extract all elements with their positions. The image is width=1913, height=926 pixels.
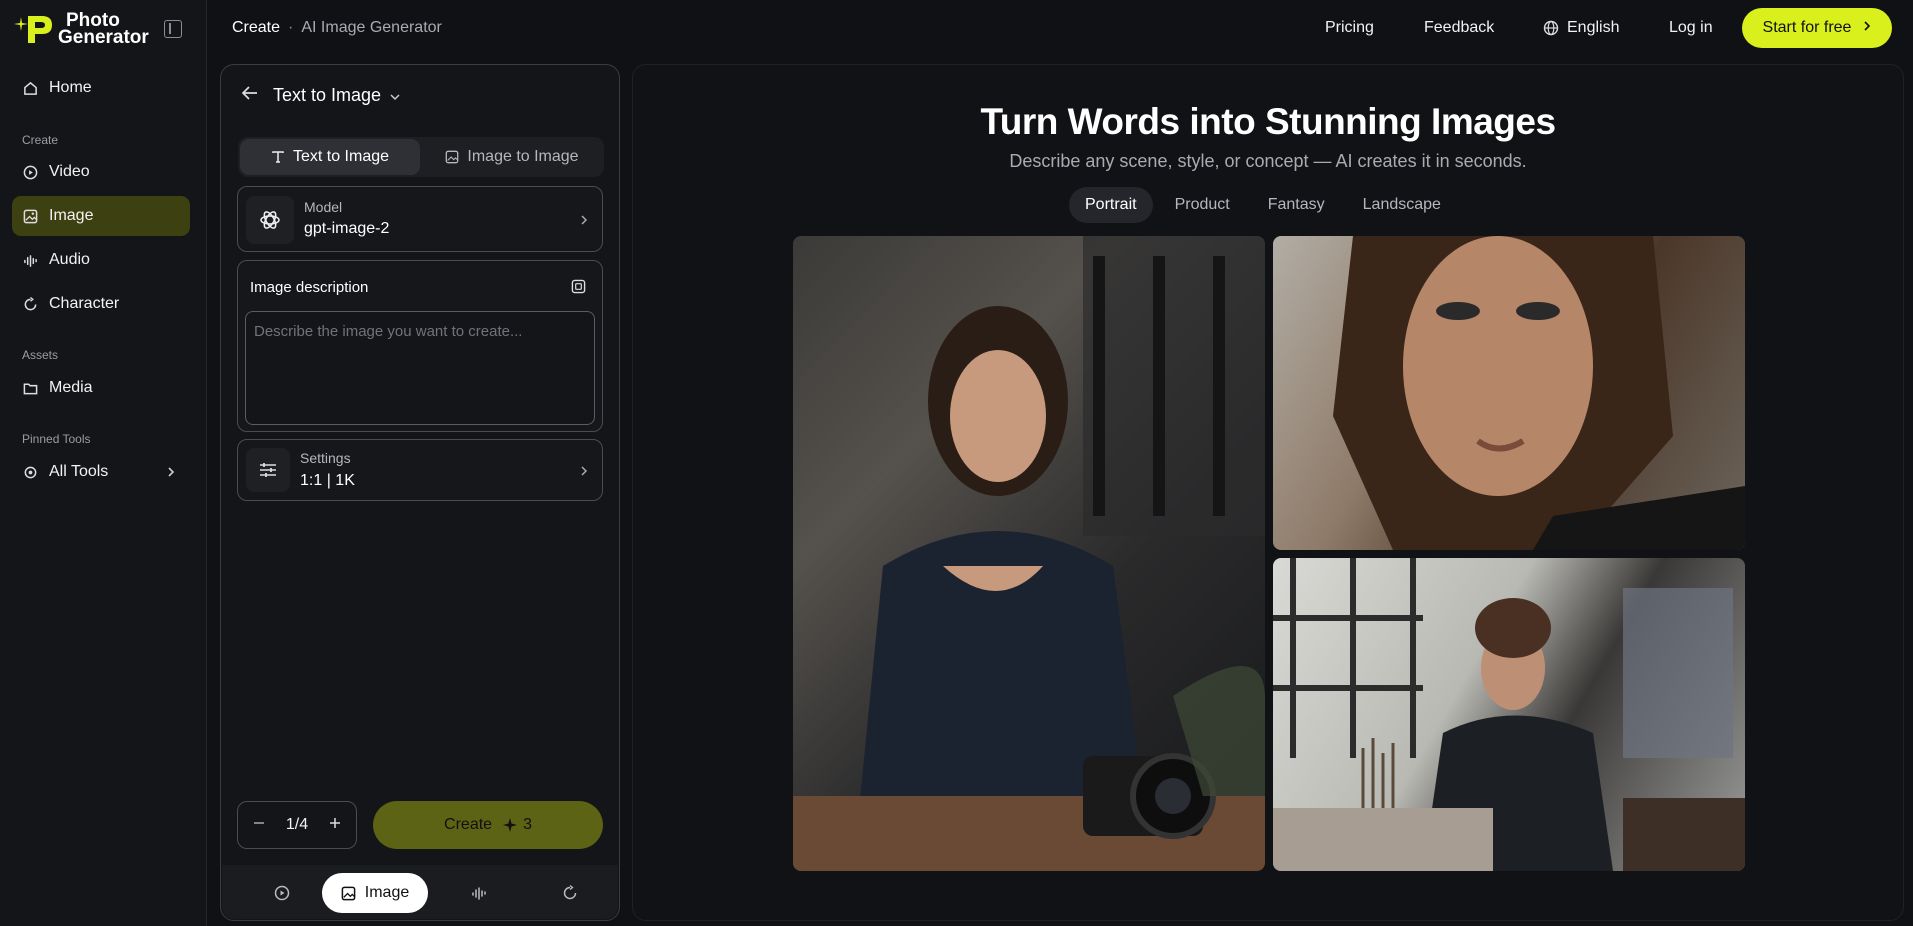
chevron-down-icon[interactable]	[389, 85, 401, 106]
chevron-right-icon	[580, 464, 588, 482]
sidebar-item-label: Home	[49, 79, 92, 96]
sidebar-section-pinned: Pinned Tools	[22, 432, 91, 446]
collapse-sidebar-icon[interactable]	[164, 20, 182, 38]
sidebar-section-assets: Assets	[22, 348, 59, 362]
login-link[interactable]: Log in	[1669, 19, 1713, 37]
sample-image-artist-studio	[1273, 558, 1745, 871]
tab-text-to-image[interactable]: Text to Image	[240, 139, 420, 175]
tab-fantasy[interactable]: Fantasy	[1252, 187, 1341, 223]
audio-mode-icon[interactable]	[459, 873, 499, 913]
sidebar-section-create: Create	[22, 133, 59, 147]
sidebar-item-all-tools[interactable]: All Tools	[12, 452, 190, 492]
start-button-label: Start for free	[1762, 19, 1852, 36]
pricing-link[interactable]: Pricing	[1325, 19, 1374, 37]
sidebar-item-label: Audio	[49, 251, 90, 268]
settings-selector[interactable]: Settings 1:1 | 1K	[237, 439, 603, 501]
sidebar-item-label: All Tools	[49, 463, 109, 480]
breadcrumb: Create · AI Image Generator	[232, 19, 442, 37]
language-label: English	[1567, 19, 1620, 36]
chevron-right-icon	[166, 465, 176, 483]
audio-icon	[22, 252, 38, 268]
text-icon	[272, 151, 284, 163]
image-icon	[341, 886, 356, 900]
breadcrumb-separator: ·	[288, 19, 294, 36]
brand-line2: Generator	[58, 27, 149, 48]
media-type-switcher: Image	[222, 865, 618, 919]
model-value: gpt-image-2	[304, 220, 390, 237]
mode-tabs: Text to Image Image to Image	[238, 137, 604, 177]
character-icon	[22, 296, 38, 312]
description-title: Image description	[250, 279, 369, 296]
count-stepper: 1/4	[237, 801, 357, 849]
sample-image-woman-with-camera	[793, 236, 1265, 871]
model-selector[interactable]: Model gpt-image-2	[237, 186, 603, 252]
sliders-icon	[246, 448, 290, 492]
mode-header: Text to Image	[241, 85, 401, 106]
image-icon	[22, 208, 38, 224]
showcase-subtitle: Describe any scene, style, or concept — …	[1009, 151, 1527, 171]
sidebar-item-audio[interactable]: Audio	[12, 240, 190, 280]
showcase-tabs: Portrait Product Fantasy Landscape	[1069, 187, 1463, 223]
tab-label: Image to Image	[467, 148, 579, 165]
brand-logo[interactable]: Photo Generator	[12, 11, 149, 48]
tools-icon	[22, 464, 38, 480]
breadcrumb-root[interactable]: Create	[232, 19, 280, 37]
breadcrumb-current: AI Image Generator	[301, 19, 442, 36]
description-input[interactable]: Describe the image you want to create...	[245, 311, 595, 425]
sidebar-item-media[interactable]: Media	[12, 368, 190, 408]
tab-landscape[interactable]: Landscape	[1347, 187, 1457, 223]
sparkle-icon	[503, 818, 518, 832]
settings-value: 1:1 | 1K	[300, 472, 355, 489]
sidebar-item-label: Image	[49, 207, 94, 224]
generator-panel: Text to Image Text to Image Image to Ima…	[220, 64, 620, 921]
chevron-right-icon	[580, 213, 588, 231]
sidebar-item-image[interactable]: Image	[12, 196, 190, 236]
count-value: 1/4	[285, 816, 309, 833]
create-cost: 3	[523, 816, 532, 833]
globe-icon	[1543, 20, 1559, 36]
create-button[interactable]: Create 3	[373, 801, 603, 849]
image-mode-label: Image	[364, 884, 410, 901]
image-mode-button[interactable]: Image	[322, 873, 428, 913]
minus-icon[interactable]	[252, 816, 266, 835]
sidebar-item-label: Character	[49, 295, 120, 312]
brand-name: Photo Generator	[58, 11, 149, 48]
top-bar: Create · AI Image Generator Pricing Feed…	[208, 0, 1913, 56]
openai-logo-icon	[246, 196, 294, 244]
logo-mark-icon	[12, 12, 56, 46]
image-icon	[446, 150, 459, 164]
feedback-link[interactable]: Feedback	[1424, 19, 1494, 37]
sidebar-item-home[interactable]: Home	[12, 68, 190, 108]
sidebar-item-label: Media	[49, 379, 93, 396]
showcase-title: Turn Words into Stunning Images	[980, 101, 1556, 142]
video-mode-icon[interactable]	[262, 873, 302, 913]
character-mode-icon[interactable]	[550, 873, 590, 913]
tab-portrait[interactable]: Portrait	[1069, 187, 1153, 223]
sample-image-portrait-closeup	[1273, 236, 1745, 550]
home-icon	[22, 80, 38, 96]
tab-product[interactable]: Product	[1159, 187, 1246, 223]
model-label: Model	[304, 199, 343, 215]
sidebar-item-label: Video	[49, 163, 90, 180]
start-for-free-button[interactable]: Start for free	[1742, 8, 1892, 48]
language-selector[interactable]: English	[1543, 19, 1619, 37]
mode-title[interactable]: Text to Image	[273, 85, 381, 106]
chevron-right-icon	[1863, 19, 1871, 37]
settings-label: Settings	[300, 450, 351, 466]
plus-icon[interactable]	[328, 816, 342, 835]
back-arrow-icon[interactable]	[241, 85, 259, 106]
create-button-label: Create	[444, 816, 493, 833]
sidebar-item-video[interactable]: Video	[12, 152, 190, 192]
prompt-library-icon[interactable]	[571, 279, 586, 299]
showcase-panel: Turn Words into Stunning Images Describe…	[632, 64, 1904, 921]
tab-label: Text to Image	[292, 148, 390, 165]
image-description-card: Image description Describe the image you…	[237, 260, 603, 432]
tab-image-to-image[interactable]: Image to Image	[422, 139, 602, 175]
sidebar: Photo Generator Home Create Video Image …	[0, 0, 207, 926]
folder-icon	[22, 380, 38, 396]
sidebar-item-character[interactable]: Character	[12, 284, 190, 324]
video-icon	[22, 164, 38, 180]
